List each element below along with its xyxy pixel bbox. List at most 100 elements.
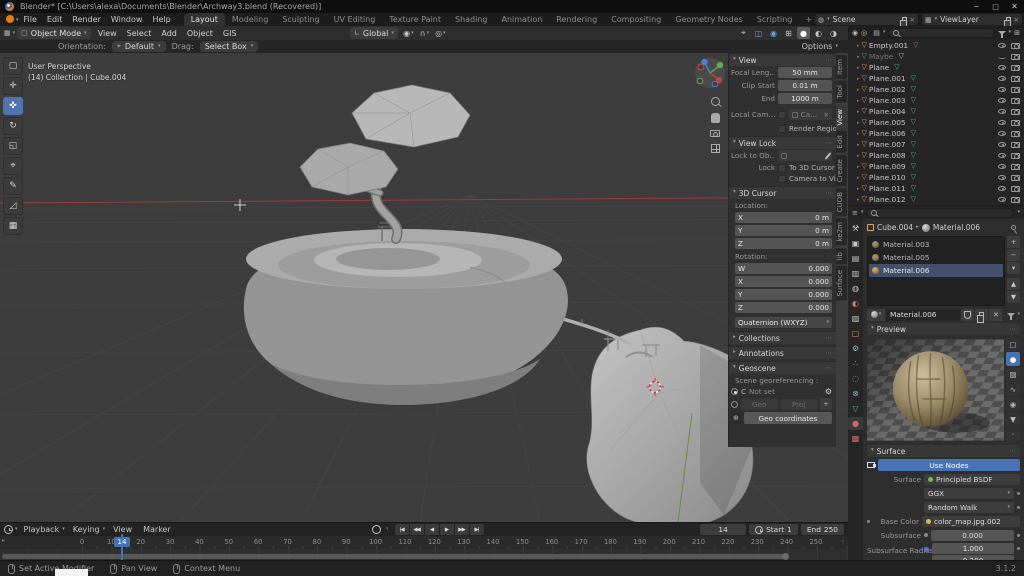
outliner-row[interactable]: ▸ ▽ Plane.003 ▽ [848,95,1024,106]
render-camera-icon[interactable] [1011,153,1020,159]
workspace-tab[interactable]: Compositing [604,13,668,26]
visibility-eye-icon[interactable] [998,142,1006,147]
expand-icon[interactable]: ▸ [2,538,5,544]
toolbar-tool-button[interactable]: ✛ [3,77,23,95]
sidebar-tab[interactable]: ke2m [836,218,847,245]
outliner-row[interactable]: ▸ ▽ Plane.002 ▽ [848,84,1024,95]
viewport-mid-icon[interactable]: ◉▾ [402,27,415,39]
timeline-menu[interactable]: Playback▾ [20,525,69,534]
outliner-row[interactable]: ▸ ▽ Plane.005 ▽ [848,117,1024,128]
transport-button[interactable]: ▶| [470,524,484,535]
outliner-row[interactable]: ▸ ▽ Plane.008 ▽ [848,150,1024,161]
visibility-eye-icon[interactable] [998,164,1006,169]
viewport-toggle-icon[interactable]: ◫ [752,27,765,39]
annotations-panel-header[interactable]: ▸Annotations⋯ [729,346,836,359]
proj-radio[interactable] [731,401,738,408]
timeline-ruler[interactable]: ▸ 01020304050607080901001101201301401501… [0,536,848,549]
render-camera-icon[interactable] [1011,98,1020,104]
preview-hair-button[interactable]: ∿ [1006,382,1020,396]
lock-object-field[interactable]: ▢ [778,150,832,161]
visibility-eye-icon[interactable] [998,43,1006,48]
viewport-toggle-icon[interactable]: ◑ [827,27,840,39]
transport-button[interactable]: ◀ [425,524,439,535]
sidebar-tab[interactable]: Item [836,55,847,79]
distribution-dropdown[interactable]: GGX ▾ [924,488,1014,499]
geoscene-panel-header[interactable]: ▾Geoscene⋯ [729,361,836,374]
viewport-menu[interactable]: GIS [218,29,242,38]
outliner-row[interactable]: ▸ ▽ Plane.010 ▽ [848,172,1024,183]
slot-button[interactable]: ▼ [1007,291,1020,303]
value-field[interactable]: 1000 m [778,93,832,104]
timeline-editor-icon[interactable] [4,525,13,534]
navigation-gizmo[interactable] [694,57,726,92]
object-name[interactable]: Plane.010 [869,173,906,182]
animate-dot-icon[interactable] [1017,534,1020,537]
expand-icon[interactable]: ▸ [857,65,860,71]
properties-tab[interactable]: ⚒ [848,222,863,235]
value-field[interactable]: 50 mm [778,67,832,78]
toolbar-tool-button[interactable]: ▦ [3,217,23,235]
rotation-mode-dropdown[interactable]: Quaternion (WXYZ)▾ [735,317,832,328]
render-camera-icon[interactable] [1011,109,1020,115]
collections-panel-header[interactable]: ▸Collections⋯ [729,331,836,344]
close-button[interactable]: ✕ [1005,0,1024,13]
frame-end-field[interactable]: End250 [801,524,844,535]
outliner-row[interactable]: ▸ ▽ Plane.007 ▽ [848,139,1024,150]
editor-type-icon[interactable]: ≡ [852,209,858,217]
filter-funnel-icon[interactable] [998,31,1006,35]
axis-value-field[interactable]: W0.000 [735,263,832,274]
object-name[interactable]: Plane.008 [869,151,906,160]
viewport-toggle-icon[interactable]: ◐ [812,27,825,39]
radius-value-field[interactable]: 1.000 [932,543,1014,554]
workspace-tab[interactable]: Layout [184,13,225,26]
properties-tab[interactable]: ▩ [848,432,863,445]
filter-collection-icon[interactable]: ◉ [852,29,858,37]
maximize-button[interactable]: □ [986,0,1005,13]
visibility-eye-icon[interactable] [998,197,1006,202]
options-dropdown[interactable]: Options ▾ [802,42,838,51]
transport-button[interactable]: ◀◀ [410,524,424,535]
toolbar-tool-button[interactable]: ◱ [3,137,23,155]
auto-keying-button[interactable] [372,525,381,534]
toolbar-tool-button[interactable]: ↻ [3,117,23,135]
camera-object-field[interactable]: ▢ Ca… ✕ [789,109,832,120]
topbar-menu[interactable]: File [19,13,42,26]
blender-menu-icon[interactable] [6,15,14,23]
expand-icon[interactable]: ▸ [857,197,860,203]
animate-dot-icon[interactable] [1017,506,1020,509]
node-filter-button[interactable]: ▾ [1007,312,1020,317]
object-name[interactable]: Plane [869,63,889,72]
animate-dot-icon[interactable] [867,520,870,523]
axis-value-field[interactable]: Y0.000 [735,289,832,300]
render-camera-icon[interactable] [1011,131,1020,137]
sidebar-tab[interactable]: lib [836,248,847,264]
properties-tab[interactable]: ∴ [848,357,863,370]
animate-dot-icon[interactable] [1017,547,1020,550]
outliner-row[interactable]: ▸ ▽ Empty.001 ▽ [848,40,1024,51]
sss-method-dropdown[interactable]: Random Walk ▾ [924,502,1014,513]
transport-button[interactable]: ▶ [440,524,454,535]
geo-button[interactable]: Geo [741,399,778,410]
sidebar-tab[interactable]: Create [836,155,847,186]
outliner-row[interactable]: ▸ ▽ Plane ▽ [848,62,1024,73]
base-color-field[interactable]: color_map.jpg.002 [922,516,1020,527]
orientation-dropdown[interactable]: ⌖ Default ▾ [112,41,166,52]
outliner-row[interactable]: ▸ ▽ Plane.011 ▽ [848,183,1024,194]
render-camera-icon[interactable] [1011,120,1020,126]
outliner-row[interactable]: ▸ ▽ Plane.006 ▽ [848,128,1024,139]
value-field[interactable]: 0.01 m [778,80,832,91]
visibility-eye-icon[interactable] [998,55,1006,59]
properties-search-input[interactable] [866,208,1014,218]
visibility-eye-icon[interactable] [998,65,1006,70]
toolbar-tool-button[interactable]: ⌖ [3,157,23,175]
visibility-eye-icon[interactable] [998,109,1006,114]
preview-sphere-button[interactable]: ● [1006,352,1020,366]
properties-tab[interactable]: ◐ [848,297,863,310]
visibility-eye-icon[interactable] [998,131,1006,136]
object-name[interactable]: Plane.005 [869,118,906,127]
properties-tab[interactable]: ● [848,417,863,430]
toolbar-tool-button[interactable]: ▢ [3,57,23,75]
workspace-tab[interactable]: Shading [448,13,495,26]
visibility-eye-icon[interactable] [998,120,1006,125]
viewport-3d[interactable]: User Perspective (14) Collection | Cube.… [0,53,848,522]
